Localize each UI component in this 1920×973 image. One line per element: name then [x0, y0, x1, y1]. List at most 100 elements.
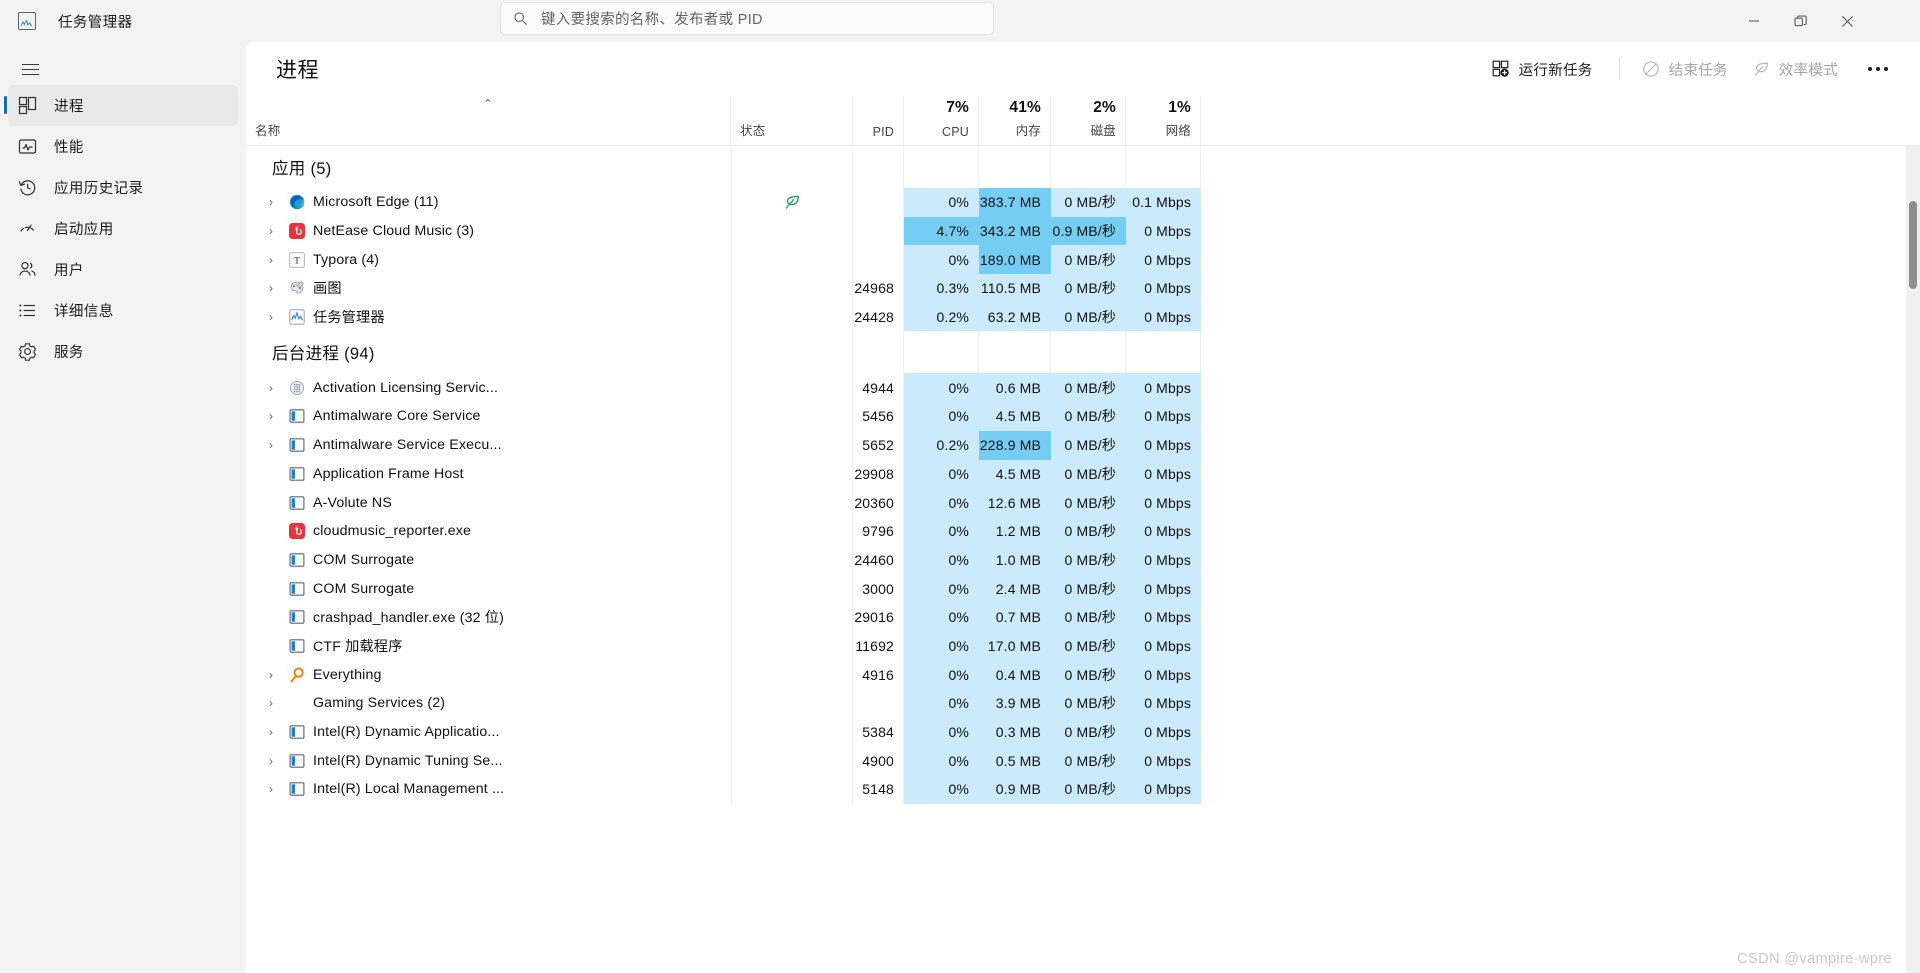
table-row[interactable]: › Everything 4916 0% 0.4 MB 0 MB/秒 0 Mbps [246, 660, 1920, 689]
process-name-cell[interactable]: › Microsoft Edge (11) [246, 188, 730, 217]
more-options-button[interactable] [1858, 51, 1898, 87]
table-row[interactable]: › Gaming Services (2) 0% 3.9 MB 0 MB/秒 0 Mbps [246, 689, 1920, 718]
process-name-cell[interactable]: › Intel(R) Local Management ... [246, 775, 730, 804]
process-name-cell[interactable]: › Gaming Services (2) [246, 689, 730, 718]
cell-cpu: 0% [904, 245, 979, 275]
process-name-cell[interactable]: › Intel(R) Dynamic Applicatio... [246, 718, 730, 747]
column-header-name[interactable]: 名称 ⌃ [246, 96, 731, 145]
process-name-cell[interactable]: › Antimalware Service Execu... [246, 431, 730, 460]
table-row[interactable]: › Intel(R) Local Management ... 5148 0% 0.9… [246, 775, 1920, 804]
cell-pid [853, 188, 904, 217]
close-button[interactable] [1824, 0, 1871, 42]
table-row[interactable]: › Antimalware Service Execu... 5652 0.2% 22… [246, 430, 1920, 460]
column-header-cpu[interactable]: 7% CPU [904, 96, 979, 145]
chevron-right-icon[interactable]: › [260, 254, 282, 266]
cell-pid: 24428 [854, 309, 894, 326]
sidebar-item-processes[interactable]: 进程 [4, 85, 238, 126]
minimize-icon [1748, 20, 1759, 22]
cell-mem: 383.7 MB [979, 188, 1051, 217]
process-name-cell[interactable]: › CTF 加载程序 [246, 632, 730, 661]
table-row[interactable]: › 任务管理器 24428 0.2% 63.2 MB 0 MB/秒 0 Mbps [246, 302, 1920, 332]
cell-disk: 0 MB/秒 [1051, 660, 1126, 689]
process-name: Typora (4) [313, 251, 380, 268]
table-row[interactable]: › 画图 24968 0.3% 110.5 MB 0 MB/秒 0 Mbps [246, 274, 1920, 303]
column-header-pid[interactable]: PID [853, 96, 904, 145]
chevron-right-icon[interactable]: › [260, 410, 282, 422]
search-placeholder: 键入要搜索的名称、发布者或 PID [541, 12, 763, 28]
table-row[interactable]: › COM Surrogate 24460 0%1.0 MB0 MB/秒0 Mbps [246, 545, 1920, 575]
table-row[interactable]: › T Typora (4) 0% 189.0 MB 0 MB/秒 0 Mbps [246, 245, 1920, 275]
column-header-status[interactable]: 状态 [731, 96, 853, 145]
table-row[interactable]: › Application Frame Host299080%4.5 MB0 M… [246, 459, 1920, 489]
table-row[interactable]: › A-Volute NS 20360 0%12.6 MB0 MB/秒0 Mbps [246, 488, 1920, 517]
chevron-right-icon[interactable]: › [260, 382, 282, 394]
chevron-right-icon[interactable]: › [260, 282, 282, 294]
sidebar-item-details[interactable]: 详细信息 [8, 290, 238, 331]
process-name-cell[interactable]: › 画图 [246, 274, 730, 303]
scrollbar-thumb[interactable] [1909, 201, 1917, 289]
column-header-disk[interactable]: 2% 磁盘 [1051, 96, 1126, 145]
run-new-task-label: 运行新任务 [1518, 62, 1593, 79]
table-row[interactable]: › NetEase Cloud Music (3) 4.7% 343.2 MB 0.9… [246, 216, 1920, 246]
window-icon [288, 752, 305, 769]
process-name-cell[interactable]: › Activation Licensing Servic... [246, 373, 730, 402]
process-name-cell[interactable]: › 任务管理器 [246, 303, 730, 332]
end-task-button[interactable]: 结束任务 [1630, 51, 1740, 87]
chevron-right-icon[interactable]: › [260, 196, 282, 208]
column-header-net[interactable]: 1% 网络 [1126, 96, 1201, 145]
search-box[interactable]: 键入要搜索的名称、发布者或 PID [500, 2, 994, 35]
process-name-cell[interactable]: › crashpad_handler.exe (32 位) [246, 603, 730, 632]
window-icon [288, 494, 305, 511]
process-name-cell[interactable]: › Everything [246, 660, 730, 689]
window-icon [288, 580, 305, 597]
process-name-cell[interactable]: › Intel(R) Dynamic Tuning Se... [246, 746, 730, 775]
chevron-right-icon[interactable]: › [260, 726, 282, 738]
table-row[interactable]: › Microsoft Edge (11) 0% 383.7 MB 0 MB/秒 0.… [246, 188, 1920, 217]
table-row[interactable]: › cloudmusic_reporter.exe97960%1.2 MB0 M… [246, 516, 1920, 546]
table-section-header: 后台进程 (94) [246, 331, 1920, 374]
chevron-right-icon[interactable]: › [260, 225, 282, 237]
table-row[interactable]: › COM Surrogate 3000 0%2.4 MB0 MB/秒0 Mbps [246, 574, 1920, 603]
process-name-cell[interactable]: › Application Frame Host [246, 460, 730, 489]
efficiency-mode-button[interactable]: 效率模式 [1740, 51, 1850, 87]
chevron-right-icon[interactable]: › [260, 755, 282, 767]
chevron-right-icon[interactable]: › [260, 783, 282, 795]
sidebar-item-performance[interactable]: 性能 [8, 126, 238, 167]
sidebar-item-app-history[interactable]: 应用历史记录 [8, 167, 238, 208]
chevron-right-icon[interactable]: › [260, 311, 282, 323]
process-name-cell[interactable]: › NetEase Cloud Music (3) [246, 217, 730, 246]
svg-text:T: T [294, 256, 300, 266]
hamburger-menu-button[interactable] [8, 50, 53, 90]
chevron-placeholder: › [260, 525, 282, 537]
table-row[interactable]: › Activation Licensing Servic... 4944 0% 0.… [246, 373, 1920, 403]
sidebar-item-users[interactable]: 用户 [8, 249, 238, 290]
chevron-right-icon[interactable]: › [260, 697, 282, 709]
process-name-cell[interactable]: › T Typora (4) [246, 245, 730, 274]
cell-disk: 0 MB/秒 [1051, 746, 1126, 776]
minimize-button[interactable] [1730, 0, 1777, 42]
sidebar-item-startup-apps[interactable]: 启动应用 [8, 208, 238, 249]
chevron-right-icon[interactable]: › [260, 669, 282, 681]
column-header-label: 内存 [1015, 124, 1041, 138]
process-name-cell[interactable]: › A-Volute NS [246, 488, 730, 517]
process-name-cell[interactable]: › cloudmusic_reporter.exe [246, 517, 730, 546]
process-name-cell[interactable]: › COM Surrogate [246, 574, 730, 603]
table-row[interactable]: › CTF 加载程序 11692 0%17.0 MB0 MB/秒0 Mbps [246, 631, 1920, 661]
run-new-task-button[interactable]: 运行新任务 [1480, 51, 1605, 87]
table-row[interactable]: › Antimalware Core Service 5456 0% 4.5 MB 0 … [246, 402, 1920, 431]
table-row[interactable]: › Intel(R) Dynamic Applicatio... 5384 0% 0.… [246, 717, 1920, 747]
sidebar: 进程 性能 应用历史记录 启动应用 用户 详细信息 服务 [0, 42, 246, 973]
cell-net: 0.1 Mbps [1126, 188, 1201, 217]
cell-net: 0 Mbps [1126, 775, 1201, 804]
process-name-cell[interactable]: › COM Surrogate [246, 546, 730, 575]
sidebar-item-services[interactable]: 服务 [8, 331, 238, 372]
column-header-mem[interactable]: 41% 内存 [979, 96, 1051, 145]
chart-icon-glyph [20, 20, 32, 27]
table-row[interactable]: › crashpad_handler.exe (32 位) 29016 0%0.7 … [246, 602, 1920, 632]
process-name-cell[interactable]: › Antimalware Core Service [246, 402, 730, 431]
vertical-scrollbar[interactable] [1906, 146, 1920, 973]
table-row[interactable]: › Intel(R) Dynamic Tuning Se... 4900 0% 0.5… [246, 746, 1920, 776]
page-title: 进程 [276, 59, 319, 82]
chevron-right-icon[interactable]: › [260, 439, 282, 451]
maximize-button[interactable] [1777, 0, 1824, 42]
